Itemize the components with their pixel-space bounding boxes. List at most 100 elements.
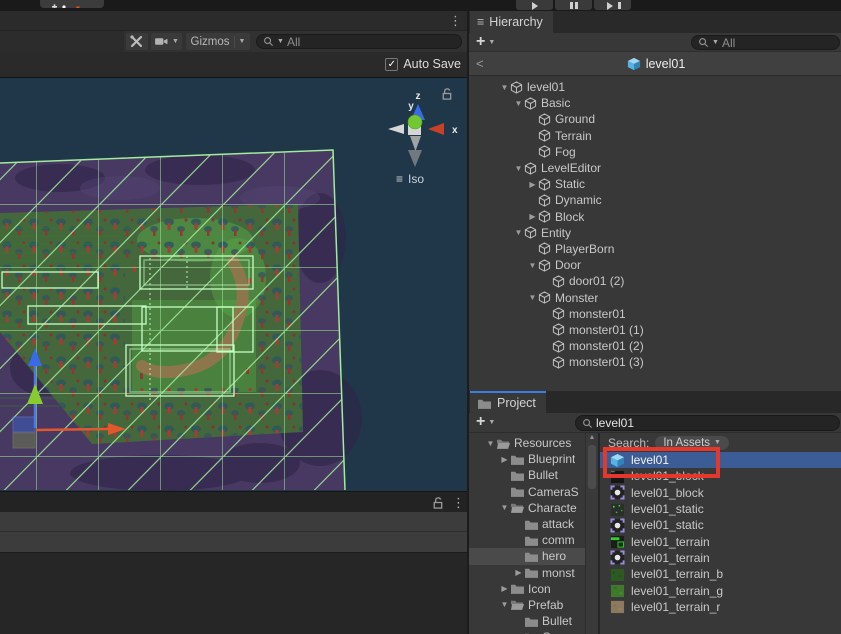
project-folder-item[interactable]: Bullet — [469, 613, 585, 629]
project-asset-item[interactable]: level01_terrain — [600, 533, 841, 549]
scene-view-toolbar: ▼ Gizmos ▼ ▼ All — [0, 31, 467, 52]
project-folder-item[interactable]: Comm — [469, 629, 585, 634]
folder-label: Resources — [514, 436, 571, 450]
hierarchy-item[interactable]: ▼ Entity — [469, 225, 841, 241]
hierarchy-item[interactable]: monster01 (3) — [469, 354, 841, 370]
auto-save-toggle[interactable]: ✓ Auto Save — [385, 57, 461, 71]
project-folder-item[interactable]: ▶ Icon — [469, 581, 585, 597]
unity-editor-window: ⋮ ▼ Gizmos ▼ ▼ All — [0, 0, 841, 634]
project-asset-item[interactable]: level01_terrain_r — [600, 599, 841, 615]
hierarchy-item[interactable]: door01 (2) — [469, 273, 841, 289]
hierarchy-item[interactable]: monster01 (1) — [469, 322, 841, 338]
bottom-panel-header: ⋮ — [0, 491, 467, 512]
scroll-up-icon[interactable]: ▲ — [586, 434, 598, 441]
hierarchy-item-label: Terrain — [555, 129, 592, 143]
scrollbar-thumb[interactable] — [588, 445, 596, 489]
expand-arrow-icon[interactable]: ▼ — [527, 293, 538, 302]
step-button[interactable] — [594, 0, 631, 10]
project-folder-item[interactable]: Bullet — [469, 467, 585, 483]
gizmos-dropdown[interactable]: Gizmos ▼ — [186, 33, 250, 50]
project-search-input[interactable]: level01 — [575, 415, 840, 431]
iso-menu-icon[interactable]: ≡ — [396, 172, 403, 186]
folder-icon — [477, 397, 492, 410]
tools-button[interactable] — [126, 33, 148, 50]
hierarchy-search-input[interactable]: ▼ All — [691, 35, 840, 50]
project-folder-item[interactable]: ▼ Resources — [469, 435, 585, 451]
project-asset-item[interactable]: level01_terrain_g — [600, 582, 841, 598]
hierarchy-item[interactable]: ▶ Block — [469, 209, 841, 225]
project-asset-item[interactable]: level01_terrain_b — [600, 566, 841, 582]
expand-arrow-icon[interactable]: ▶ — [527, 212, 538, 221]
lock-icon[interactable] — [431, 496, 444, 509]
projection-mode-label[interactable]: Iso — [408, 172, 424, 186]
expand-arrow-icon[interactable]: ▼ — [499, 83, 510, 92]
hierarchy-item[interactable]: ▼ Basic — [469, 95, 841, 111]
expand-arrow-icon[interactable]: ▶ — [527, 180, 538, 189]
hierarchy-item[interactable]: ▼ level01 — [469, 79, 841, 95]
project-folder-item[interactable]: hero — [469, 548, 585, 564]
project-folder-item[interactable]: CameraS — [469, 484, 585, 500]
hierarchy-item[interactable]: monster01 (2) — [469, 338, 841, 354]
hierarchy-item[interactable]: Ground — [469, 111, 841, 127]
hierarchy-item[interactable]: PlayerBorn — [469, 241, 841, 257]
hierarchy-item[interactable]: ▼ LevelEditor — [469, 160, 841, 176]
hierarchy-item[interactable]: ▶ Static — [469, 176, 841, 192]
expand-arrow-icon[interactable]: ▼ — [527, 261, 538, 270]
project-folder-item[interactable]: ▶ monst — [469, 565, 585, 581]
project-asset-item[interactable]: level01_terrain — [600, 550, 841, 566]
expand-arrow-icon[interactable]: ▶ — [499, 455, 510, 464]
hierarchy-add-button[interactable]: + ▼ — [476, 34, 495, 50]
hierarchy-item[interactable]: Fog — [469, 144, 841, 160]
scene-viewport[interactable]: z y x ≡ Iso — [0, 78, 467, 491]
project-folder-item[interactable]: comm — [469, 532, 585, 548]
expand-arrow-icon[interactable]: ▼ — [513, 164, 524, 173]
pause-button[interactable] — [555, 0, 592, 10]
scene-menu-kebab-icon[interactable]: ⋮ — [449, 14, 462, 27]
bottom-panel-kebab-icon[interactable]: ⋮ — [452, 496, 465, 509]
project-asset-item[interactable]: level01_block — [600, 468, 841, 484]
axis-label-y: y — [408, 101, 414, 112]
bottom-panel-row[interactable] — [0, 512, 467, 532]
hierarchy-item[interactable]: monster01 — [469, 306, 841, 322]
bottom-panel-row[interactable] — [0, 532, 467, 553]
project-asset-item[interactable]: level01_static — [600, 501, 841, 517]
tab-project[interactable]: Project — [470, 391, 546, 413]
expand-arrow-icon[interactable]: ▶ — [513, 568, 524, 577]
hierarchy-item[interactable]: ▼ Door — [469, 257, 841, 273]
chevron-down-icon: ▼ — [714, 439, 721, 446]
project-asset-item[interactable]: level01_block — [600, 485, 841, 501]
folder-icon — [510, 453, 525, 466]
expand-arrow-icon[interactable]: ▼ — [499, 503, 510, 512]
tab-hierarchy[interactable]: ≡ Hierarchy — [470, 11, 553, 33]
scene-search-placeholder: All — [287, 35, 300, 49]
project-folder-item[interactable]: ▼ Prefab — [469, 597, 585, 613]
auto-save-checkbox[interactable]: ✓ — [385, 58, 398, 71]
expand-arrow-icon[interactable]: ▼ — [513, 228, 524, 237]
unity-notification-button[interactable] — [40, 0, 104, 8]
expand-arrow-icon[interactable]: ▼ — [499, 600, 510, 609]
scene-search-input[interactable]: ▼ All — [256, 34, 462, 49]
hierarchy-item-label: Ground — [555, 112, 595, 126]
breadcrumb-label: level01 — [646, 57, 686, 71]
project-add-button[interactable]: + ▼ — [476, 414, 495, 430]
hierarchy-item[interactable]: Dynamic — [469, 192, 841, 208]
expand-arrow-icon[interactable]: ▼ — [513, 99, 524, 108]
search-scope-dropdown[interactable]: In Assets ▼ — [655, 436, 729, 450]
project-folder-item[interactable]: ▶ Blueprint — [469, 451, 585, 467]
project-asset-item[interactable]: level01 — [600, 452, 841, 468]
expand-arrow-icon[interactable]: ▶ — [499, 584, 510, 593]
asset-icon — [610, 453, 625, 468]
prefab-mode-bar: ✓ Auto Save — [0, 52, 467, 78]
cube-outline-icon — [538, 291, 551, 304]
breadcrumb[interactable]: level01 — [469, 52, 841, 76]
camera-settings-button[interactable]: ▼ — [151, 33, 182, 50]
folder-scrollbar[interactable]: ▲ — [585, 433, 597, 634]
project-asset-item[interactable]: level01_static — [600, 517, 841, 533]
hierarchy-item[interactable]: ▼ Monster — [469, 289, 841, 305]
hierarchy-item[interactable]: Terrain — [469, 128, 841, 144]
project-folder-item[interactable]: ▼ Characte — [469, 500, 585, 516]
project-folder-item[interactable]: attack — [469, 516, 585, 532]
expand-arrow-icon[interactable]: ▼ — [485, 439, 496, 448]
hierarchy-item-label: Dynamic — [555, 193, 602, 207]
play-button[interactable] — [516, 0, 553, 10]
